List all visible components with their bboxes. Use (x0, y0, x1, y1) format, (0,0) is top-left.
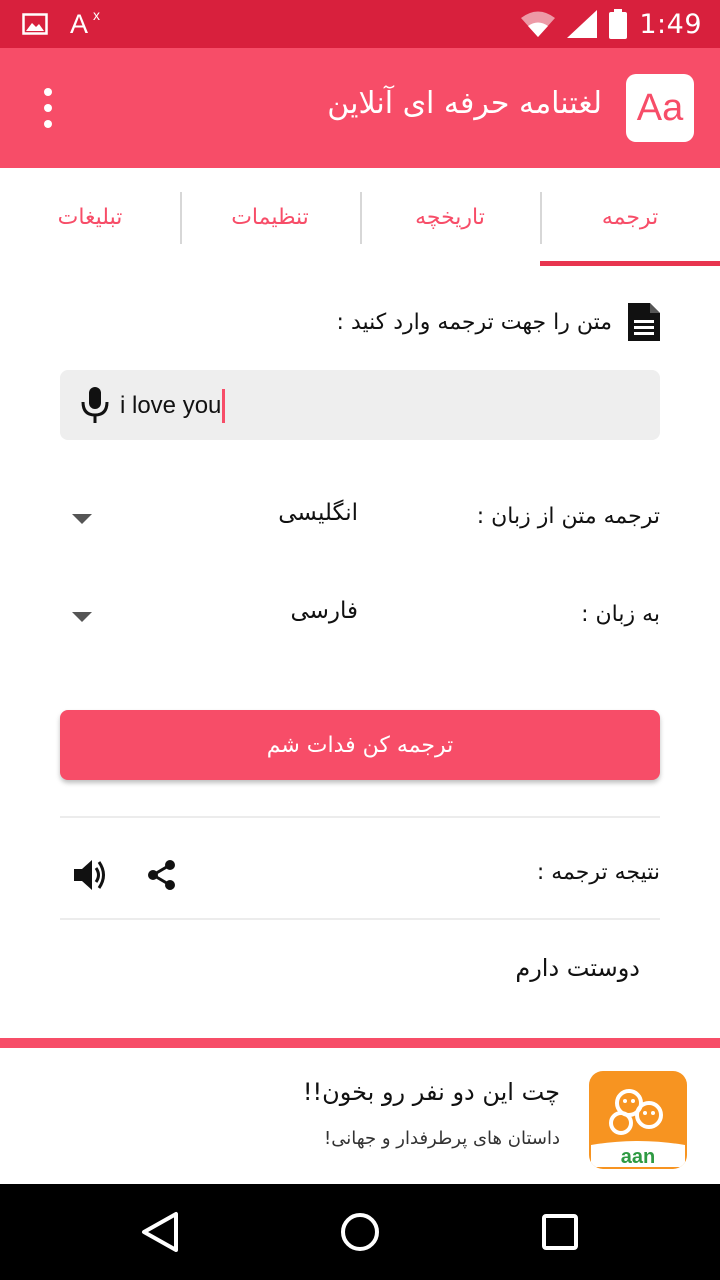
translate-button[interactable]: ترجمه کن فدات شم (60, 710, 660, 780)
divider (60, 816, 660, 818)
app-title: لغتنامه حرفه ای آنلاین (327, 86, 602, 121)
battery-icon (609, 9, 628, 39)
divider (60, 918, 660, 920)
ad-banner[interactable]: aan چت این دو نفر رو بخون!! داستان های پ… (0, 1048, 720, 1184)
target-language-label: به زبان : (581, 602, 660, 627)
active-tab-indicator (540, 261, 720, 266)
signal-icon (567, 10, 598, 38)
status-bar: Ax 1:49 (0, 0, 720, 48)
svg-text:aan: aan (621, 1146, 655, 1168)
result-label: نتیجه ترجمه : (536, 860, 660, 885)
ad-logo: aan (589, 1071, 687, 1169)
app-logo: Aa (626, 74, 694, 142)
target-dropdown-arrow-icon[interactable] (72, 612, 92, 622)
input-prompt: متن را جهت ترجمه وارد کنید : (337, 300, 660, 344)
prompt-label: متن را جهت ترجمه وارد کنید : (336, 309, 612, 335)
document-icon (628, 303, 660, 341)
translation-result: دوستت دارم (515, 954, 640, 982)
wifi-icon (521, 11, 556, 37)
source-language-row: ترجمه متن از زبان : انگلیسی (60, 500, 660, 540)
accessibility-icon: Ax (70, 6, 101, 39)
text-input[interactable]: i love you (60, 370, 660, 440)
tab-bar: ترجمه تاریخچه تنظیمات تبلیغات (0, 168, 720, 266)
ad-title: چت این دو نفر رو بخون!! (302, 1078, 560, 1106)
source-dropdown-arrow-icon[interactable] (72, 514, 92, 524)
home-icon[interactable] (336, 1208, 384, 1256)
overflow-menu-icon[interactable] (36, 88, 60, 128)
speaker-icon[interactable] (72, 856, 110, 894)
source-language-select[interactable]: انگلیسی (278, 500, 358, 526)
source-language-label: ترجمه متن از زبان : (476, 504, 660, 529)
app-bar: Aa لغتنامه حرفه ای آنلاین (0, 48, 720, 168)
target-language-select[interactable]: فارسی (290, 598, 358, 624)
tab-settings[interactable]: تنظیمات (180, 168, 360, 266)
back-icon[interactable] (136, 1208, 184, 1256)
mic-icon[interactable] (80, 387, 110, 423)
ad-subtitle: داستان های پرطرفدار و جهانی! (324, 1128, 560, 1149)
tab-translate[interactable]: ترجمه (540, 168, 720, 266)
tab-history[interactable]: تاریخچه (360, 168, 540, 266)
recents-icon[interactable] (536, 1208, 584, 1256)
gallery-icon (22, 13, 48, 35)
tab-ads[interactable]: تبلیغات (0, 168, 180, 266)
target-language-row: به زبان : فارسی (60, 598, 660, 638)
result-header: نتیجه ترجمه : (60, 850, 660, 900)
text-caret (222, 389, 226, 423)
clock: 1:49 (639, 8, 702, 40)
ad-border (0, 1038, 720, 1048)
navigation-bar (0, 1184, 720, 1280)
input-value: i love you (120, 389, 226, 423)
share-icon[interactable] (146, 859, 178, 891)
